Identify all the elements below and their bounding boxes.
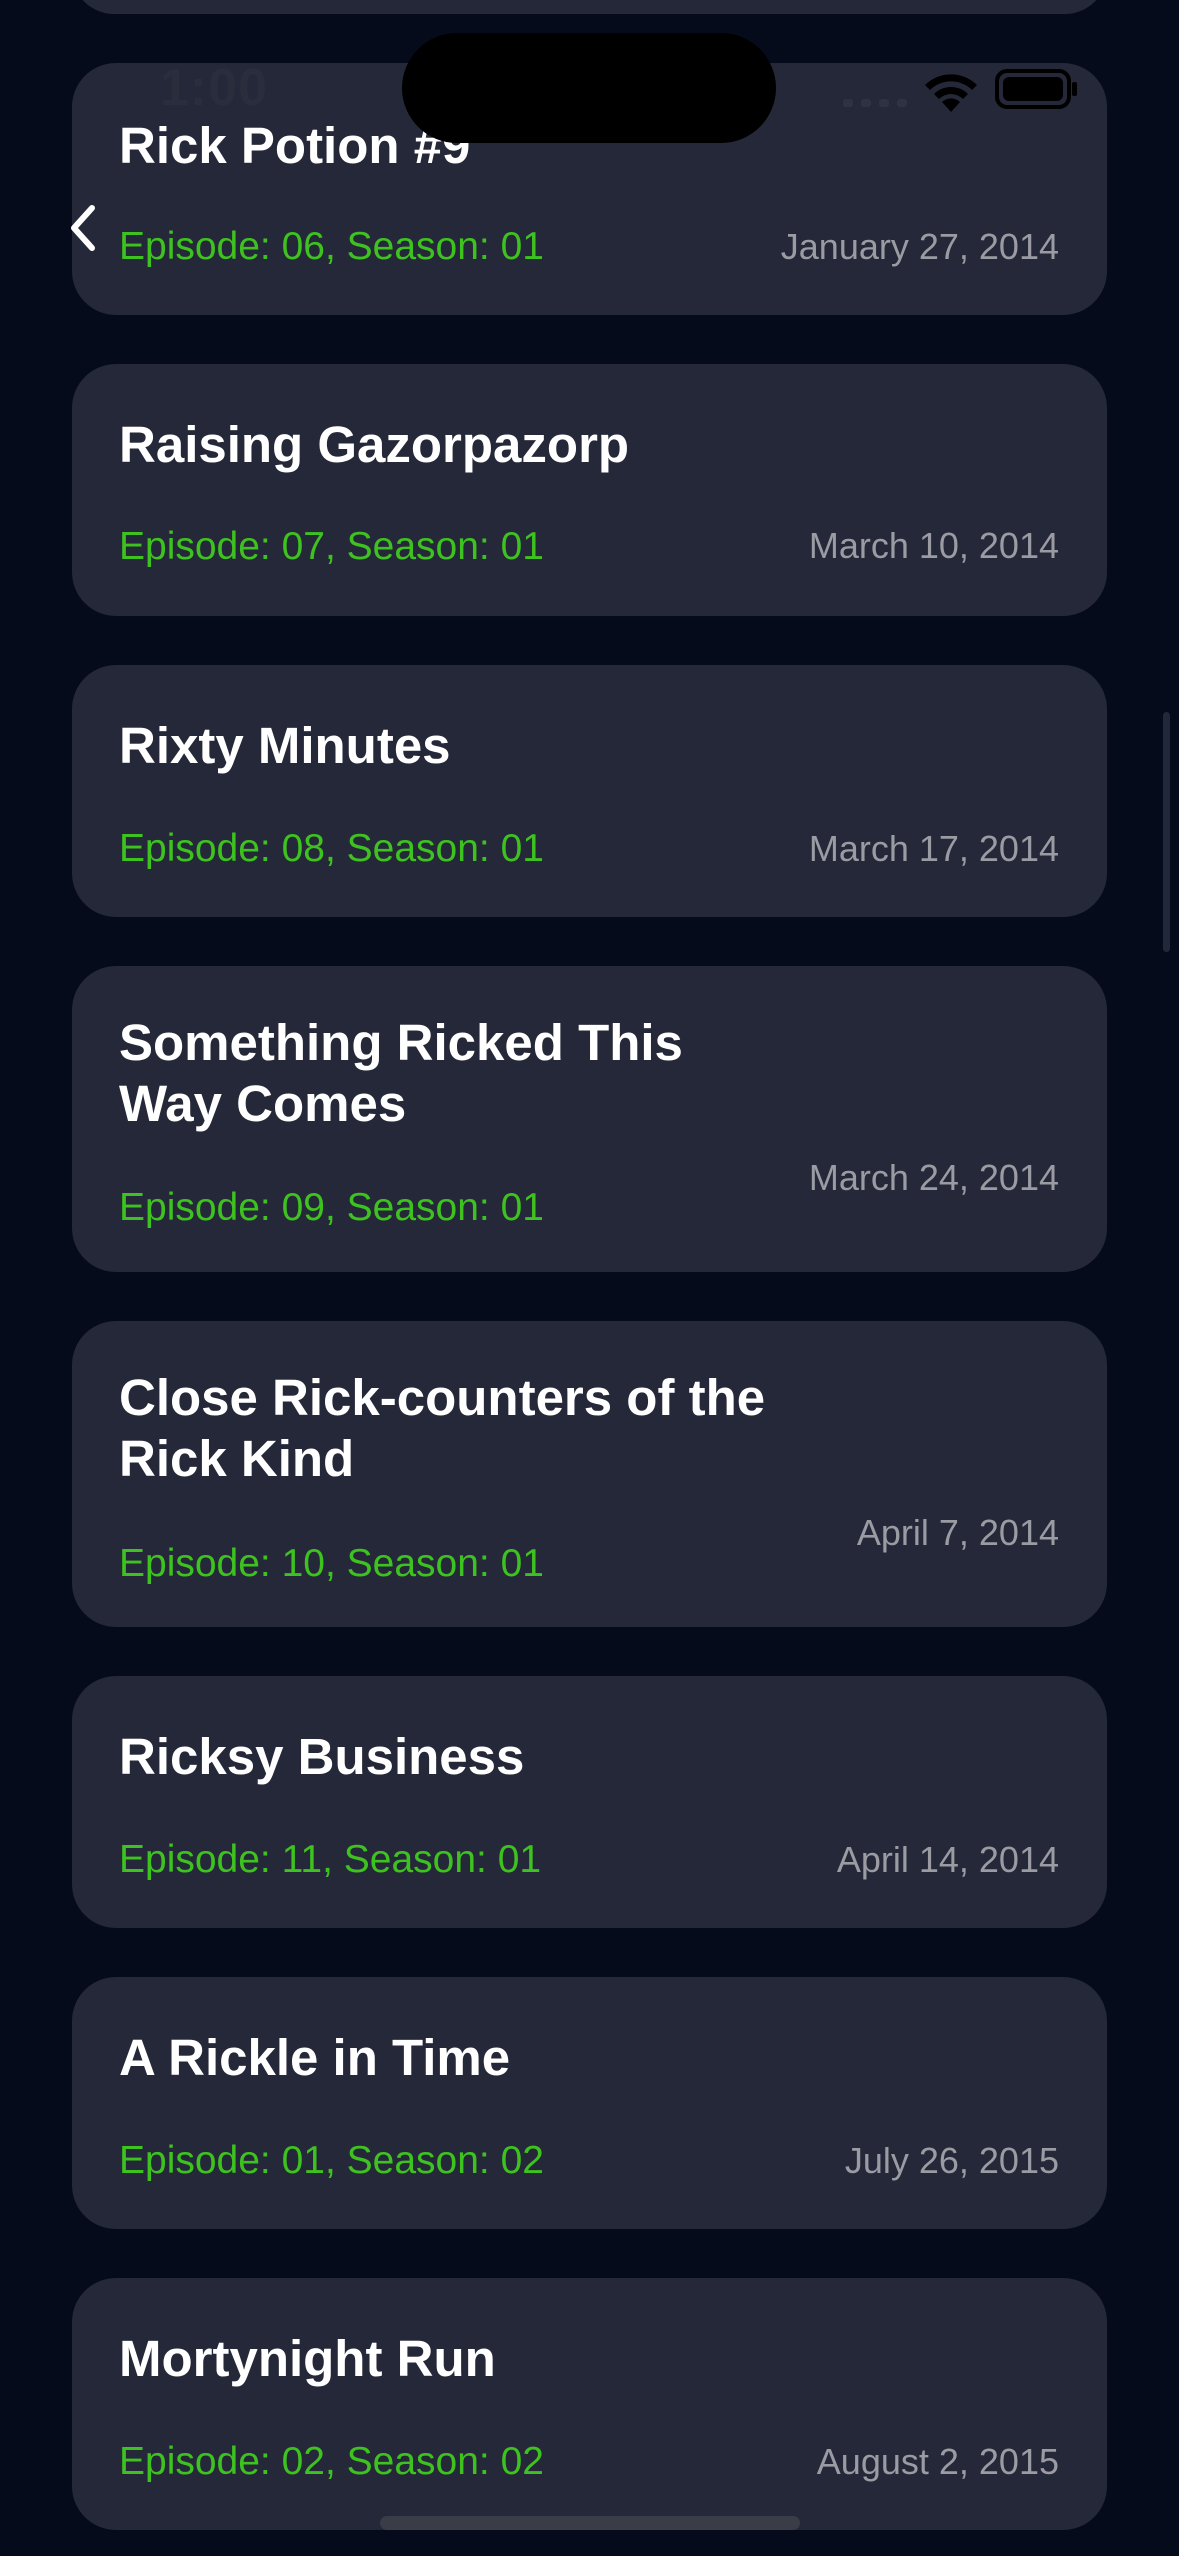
episode-list: Rick Potion #9 Episode: 06, Season: 01 J… — [0, 0, 1179, 2556]
episode-card[interactable]: Raising Gazorpazorp Episode: 07, Season:… — [72, 364, 1107, 616]
episode-air-date: March 17, 2014 — [808, 828, 1059, 869]
episode-title: Close Rick-counters of the Rick Kind — [119, 1369, 766, 1487]
episode-title: Rick Potion #9 — [119, 117, 471, 174]
episode-card[interactable]: A Rickle in Time Episode: 01, Season: 02… — [72, 1977, 1107, 2229]
scroll-indicator[interactable] — [1163, 712, 1170, 952]
episode-title: Mortynight Run — [119, 2330, 496, 2387]
episode-air-date: January 27, 2014 — [780, 226, 1059, 267]
episode-air-date: March 10, 2014 — [808, 525, 1059, 566]
episode-title: Something Ricked This Way Comes — [119, 1014, 683, 1132]
episode-number: Episode: 10, Season: 01 — [119, 1542, 544, 1585]
episode-air-date: July 26, 2015 — [844, 2140, 1059, 2181]
episode-title: Ricksy Business — [119, 1728, 525, 1785]
episode-card[interactable]: Mortynight Run Episode: 02, Season: 02 A… — [72, 2278, 1107, 2530]
episode-title: A Rickle in Time — [119, 2029, 511, 2086]
episode-number: Episode: 01, Season: 02 — [119, 2139, 544, 2182]
chevron-left-icon[interactable] — [62, 200, 106, 256]
episode-number: Episode: 06, Season: 01 — [119, 225, 544, 268]
episode-air-date: August 2, 2015 — [816, 2441, 1059, 2482]
episode-air-date: April 7, 2014 — [856, 1512, 1059, 1553]
episode-air-date: April 14, 2014 — [836, 1839, 1059, 1880]
episode-title: Raising Gazorpazorp — [119, 416, 630, 473]
home-indicator[interactable] — [380, 2516, 800, 2530]
episode-number: Episode: 02, Season: 02 — [119, 2440, 544, 2483]
episode-number: Episode: 08, Season: 01 — [119, 827, 544, 870]
episode-card-partial[interactable] — [72, 0, 1107, 14]
episode-number: Episode: 11, Season: 01 — [119, 1838, 542, 1881]
episode-number: Episode: 09, Season: 01 — [119, 1186, 544, 1229]
episode-card[interactable]: Ricksy Business Episode: 11, Season: 01 … — [72, 1676, 1107, 1928]
episode-number: Episode: 07, Season: 01 — [119, 525, 544, 568]
episode-card[interactable]: Close Rick-counters of the Rick Kind Epi… — [72, 1321, 1107, 1627]
episode-card[interactable]: Something Ricked This Way Comes Episode:… — [72, 966, 1107, 1272]
episode-title: Rixty Minutes — [119, 717, 451, 774]
episode-air-date: March 24, 2014 — [808, 1157, 1059, 1198]
episode-card[interactable]: Rick Potion #9 Episode: 06, Season: 01 J… — [72, 63, 1107, 315]
episode-card[interactable]: Rixty Minutes Episode: 08, Season: 01 Ma… — [72, 665, 1107, 917]
